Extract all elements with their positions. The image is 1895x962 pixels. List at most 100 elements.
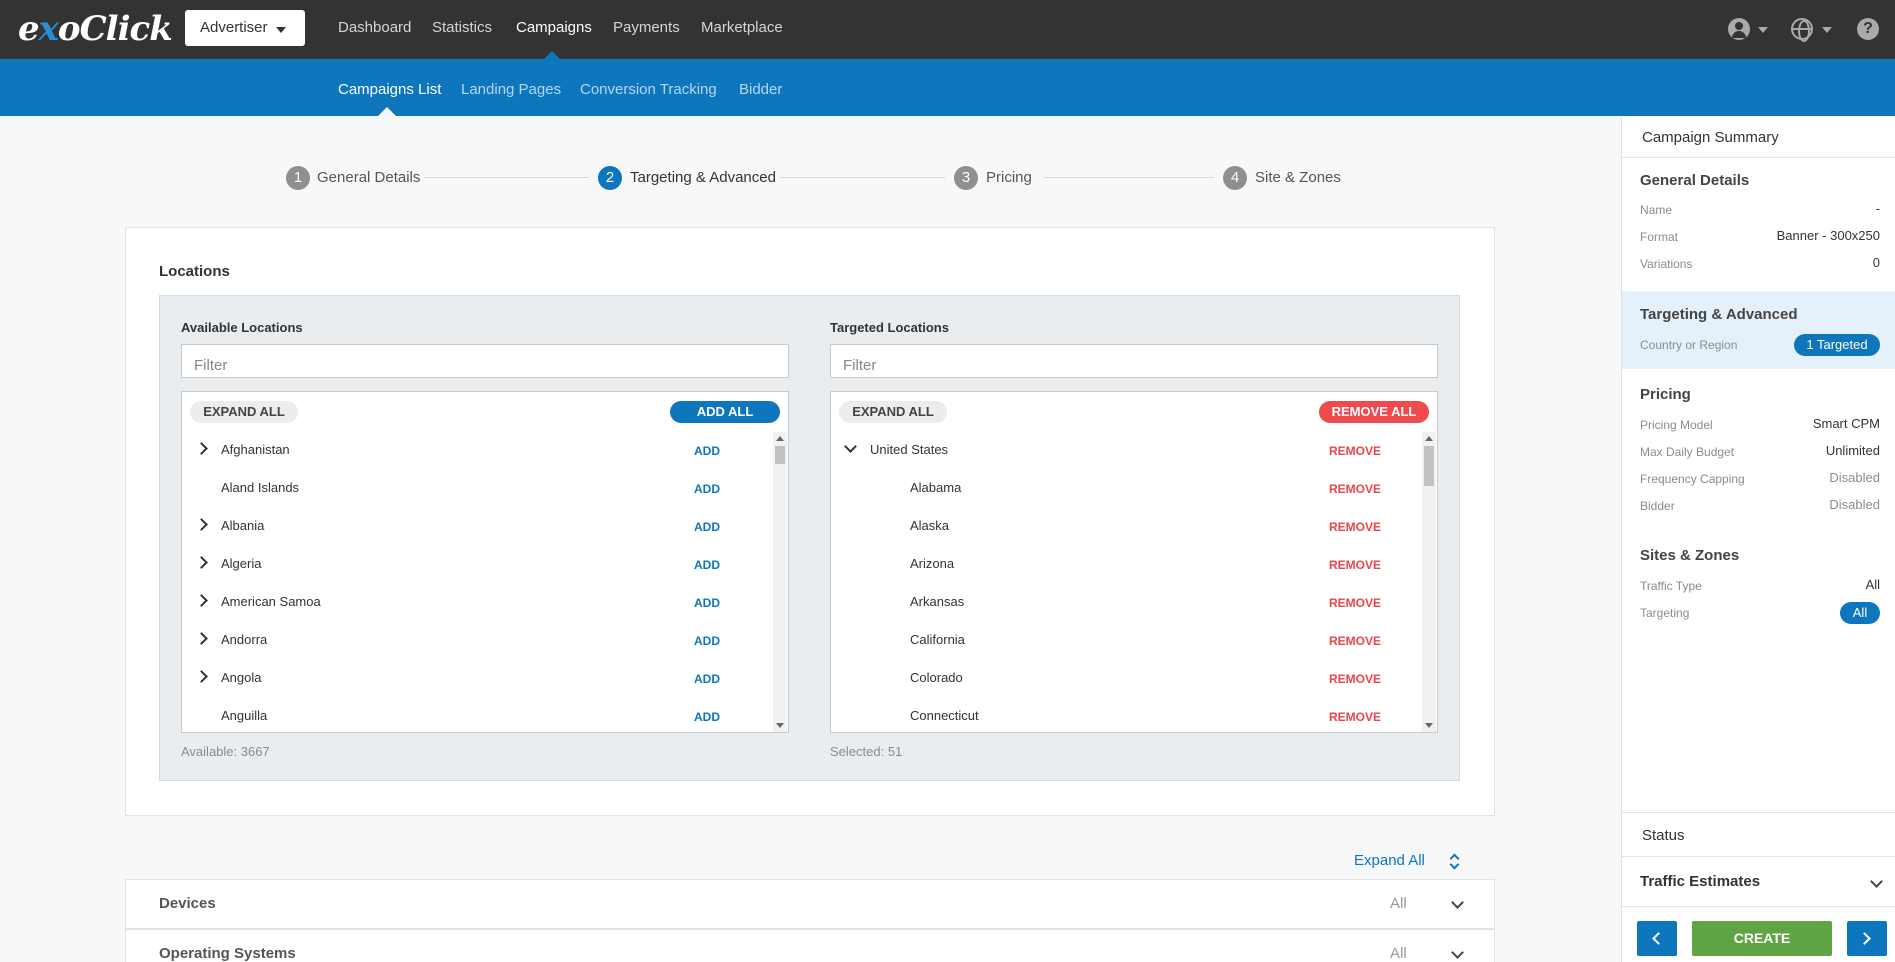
add-location-button[interactable]: ADD (694, 710, 720, 724)
list-item[interactable]: Andorra ADD (182, 622, 767, 660)
add-all-button[interactable]: ADD ALL (670, 401, 780, 423)
traffic-estimates-section[interactable]: Traffic Estimates (1640, 873, 1760, 890)
add-location-button[interactable]: ADD (694, 672, 720, 686)
step-4-label[interactable]: Site & Zones (1255, 169, 1341, 186)
summary-country-label: Country or Region (1640, 338, 1738, 352)
remove-location-button[interactable]: REMOVE (1329, 558, 1381, 572)
previous-step-button[interactable] (1637, 921, 1677, 956)
remove-all-button[interactable]: REMOVE ALL (1319, 401, 1429, 423)
subnav-conversion-tracking[interactable]: Conversion Tracking (580, 81, 717, 98)
chevron-right-icon[interactable] (195, 518, 208, 531)
list-item[interactable]: United States REMOVE (831, 432, 1416, 470)
step-2-number[interactable]: 2 (598, 166, 622, 190)
account-type-dropdown[interactable]: Advertiser (185, 10, 305, 46)
list-item[interactable]: Connecticut REMOVE (831, 698, 1416, 732)
location-name: California (910, 632, 965, 647)
step-2-label[interactable]: Targeting & Advanced (630, 169, 776, 186)
nav-payments[interactable]: Payments (613, 19, 680, 36)
location-name: Colorado (910, 670, 963, 685)
location-name: Angola (221, 670, 262, 685)
targeted-count-badge[interactable]: 1 Targeted (1794, 334, 1880, 356)
list-item[interactable]: American Samoa ADD (182, 584, 767, 622)
summary-targeting-title: Targeting & Advanced (1640, 306, 1798, 323)
targeted-filter-input[interactable] (830, 344, 1438, 378)
list-item[interactable]: Alabama REMOVE (831, 470, 1416, 508)
list-item[interactable]: Algeria ADD (182, 546, 767, 584)
remove-location-button[interactable]: REMOVE (1329, 520, 1381, 534)
available-expand-all-button[interactable]: EXPAND ALL (190, 401, 298, 423)
available-filter-input[interactable] (181, 344, 789, 378)
step-3-label[interactable]: Pricing (986, 169, 1032, 186)
add-location-button[interactable]: ADD (694, 634, 720, 648)
list-item[interactable]: Aland Islands ADD (182, 470, 767, 508)
add-location-button[interactable]: ADD (694, 520, 720, 534)
sub-nav-bar: Campaigns List Landing Pages Conversion … (0, 59, 1895, 116)
remove-location-button[interactable]: REMOVE (1329, 482, 1381, 496)
step-3-number[interactable]: 3 (954, 166, 978, 190)
chevron-right-icon[interactable] (195, 670, 208, 683)
sites-targeting-badge[interactable]: All (1840, 602, 1880, 624)
chevron-right-icon[interactable] (195, 594, 208, 607)
top-bar: exoClick Advertiser Dashboard Statistics… (0, 0, 1895, 59)
list-item[interactable]: Angola ADD (182, 660, 767, 698)
subnav-bidder[interactable]: Bidder (739, 81, 782, 98)
summary-sites-title: Sites & Zones (1640, 547, 1740, 564)
list-item[interactable]: Anguilla ADD (182, 698, 767, 732)
remove-location-button[interactable]: REMOVE (1329, 634, 1381, 648)
devices-accordion[interactable]: Devices All (125, 879, 1495, 929)
operating-systems-accordion[interactable]: Operating Systems All (125, 929, 1495, 962)
remove-location-button[interactable]: REMOVE (1329, 710, 1381, 724)
nav-statistics[interactable]: Statistics (432, 19, 492, 36)
expand-collapse-icon[interactable] (1450, 852, 1460, 868)
scroll-thumb[interactable] (1424, 446, 1434, 486)
user-icon[interactable] (1728, 18, 1750, 40)
add-location-button[interactable]: ADD (694, 444, 720, 458)
active-nav-indicator (544, 51, 560, 59)
chevron-right-icon[interactable] (195, 632, 208, 645)
help-icon[interactable]: ? (1857, 18, 1879, 40)
chevron-right-icon[interactable] (195, 442, 208, 455)
location-name: Algeria (221, 556, 262, 571)
remove-location-button[interactable]: REMOVE (1329, 596, 1381, 610)
create-button[interactable]: CREATE (1692, 921, 1832, 956)
scroll-down-icon[interactable] (776, 723, 784, 728)
available-scrollbar[interactable] (773, 432, 787, 732)
summary-title: Campaign Summary (1642, 129, 1779, 146)
add-location-button[interactable]: ADD (694, 596, 720, 610)
globe-icon[interactable] (1791, 18, 1813, 42)
list-item[interactable]: Afghanistan ADD (182, 432, 767, 470)
remove-location-button[interactable]: REMOVE (1329, 444, 1381, 458)
scroll-up-icon[interactable] (776, 436, 784, 441)
nav-dashboard[interactable]: Dashboard (338, 19, 411, 36)
expand-all-link[interactable]: Expand All (1354, 852, 1425, 869)
chevron-right-icon[interactable] (195, 556, 208, 569)
summary-variations-label: Variations (1640, 257, 1693, 271)
remove-location-button[interactable]: REMOVE (1329, 672, 1381, 686)
step-1-label[interactable]: General Details (317, 169, 420, 186)
targeted-locations-title: Targeted Locations (830, 320, 949, 335)
list-item[interactable]: Alaska REMOVE (831, 508, 1416, 546)
targeted-expand-all-button[interactable]: EXPAND ALL (839, 401, 947, 423)
list-item[interactable]: Arizona REMOVE (831, 546, 1416, 584)
targeted-scrollbar[interactable] (1422, 432, 1436, 732)
status-section[interactable]: Status (1642, 827, 1685, 844)
add-location-button[interactable]: ADD (694, 482, 720, 496)
scroll-down-icon[interactable] (1425, 723, 1433, 728)
subnav-landing-pages[interactable]: Landing Pages (461, 81, 561, 98)
subnav-campaigns-list[interactable]: Campaigns List (338, 81, 441, 98)
scroll-up-icon[interactable] (1425, 436, 1433, 441)
summary-format-value: Banner - 300x250 (1776, 228, 1880, 243)
step-4-number[interactable]: 4 (1223, 166, 1247, 190)
list-item[interactable]: Colorado REMOVE (831, 660, 1416, 698)
list-item[interactable]: Albania ADD (182, 508, 767, 546)
list-item[interactable]: California REMOVE (831, 622, 1416, 660)
scroll-thumb[interactable] (775, 446, 785, 464)
nav-marketplace[interactable]: Marketplace (701, 19, 783, 36)
step-1-number[interactable]: 1 (286, 166, 310, 190)
exoclick-logo[interactable]: exoClick (18, 9, 173, 49)
nav-campaigns[interactable]: Campaigns (516, 19, 592, 36)
chevron-down-icon[interactable] (844, 440, 857, 453)
add-location-button[interactable]: ADD (694, 558, 720, 572)
list-item[interactable]: Arkansas REMOVE (831, 584, 1416, 622)
next-step-button[interactable] (1847, 921, 1887, 956)
